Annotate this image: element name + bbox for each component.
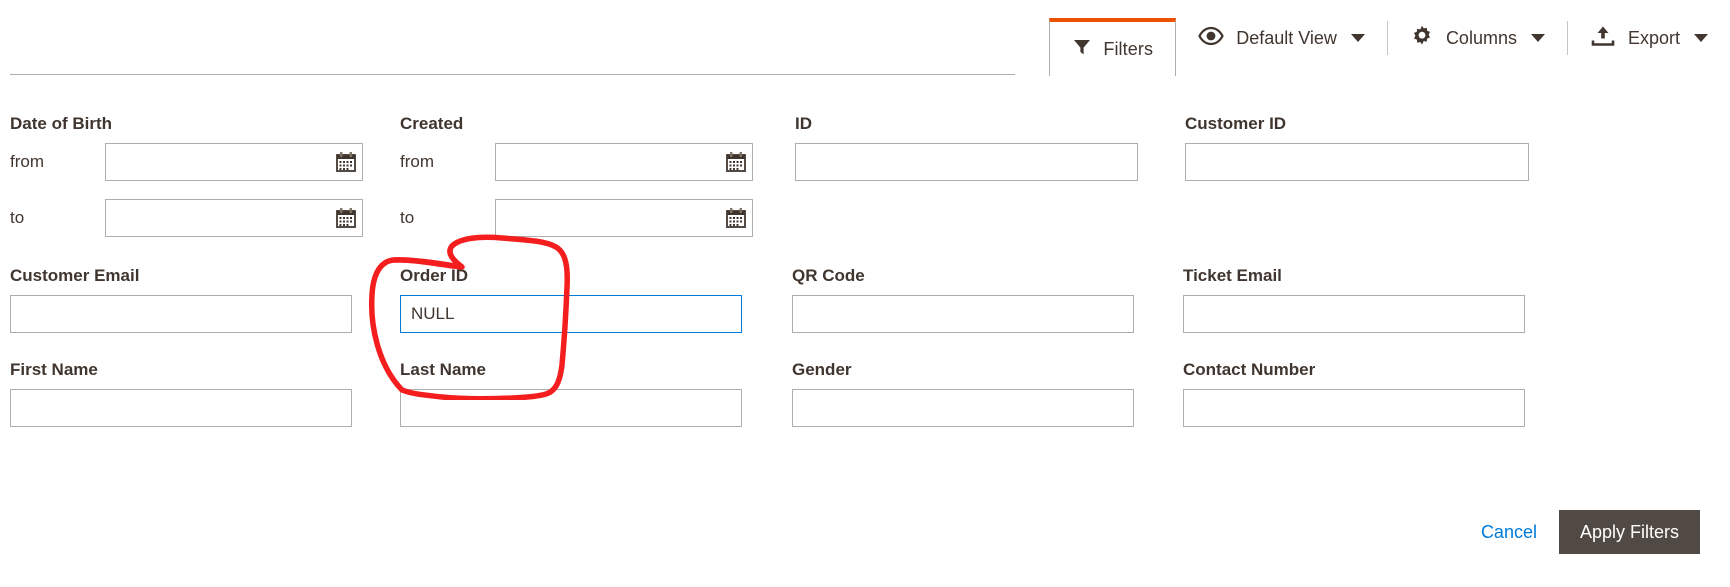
default-view-label: Default View <box>1236 27 1337 48</box>
qr-code-input[interactable] <box>792 295 1134 333</box>
to-label: to <box>10 208 25 227</box>
filter-label-last-name: Last Name <box>400 360 486 379</box>
contact-number-input[interactable] <box>1183 389 1525 427</box>
default-view-control[interactable]: Default View <box>1176 0 1387 76</box>
last-name-input[interactable] <box>400 389 742 427</box>
cancel-button[interactable]: Cancel <box>1481 522 1537 543</box>
filter-label-customer-email: Customer Email <box>10 266 140 285</box>
chevron-down-icon <box>1530 34 1545 42</box>
apply-filters-button[interactable]: Apply Filters <box>1558 510 1700 554</box>
export-icon <box>1590 25 1616 52</box>
filter-customer-email: Customer Email <box>10 266 352 333</box>
filter-label-ticket-email: Ticket Email <box>1183 266 1282 285</box>
id-input[interactable] <box>795 143 1138 181</box>
created-to-input[interactable] <box>495 199 753 237</box>
customer-id-input[interactable] <box>1185 143 1529 181</box>
date-of-birth-from-row: from <box>10 143 363 181</box>
filter-label-contact-number: Contact Number <box>1183 360 1316 379</box>
date-of-birth-to-input[interactable] <box>105 199 363 237</box>
created-to-wrap <box>495 199 753 237</box>
chevron-down-icon <box>1350 34 1365 42</box>
chevron-down-icon <box>1694 34 1708 42</box>
customer-email-input[interactable] <box>10 295 352 333</box>
created-from-input[interactable] <box>495 143 753 181</box>
created-from-row: from <box>400 143 753 181</box>
filter-gender: Gender <box>792 360 1134 427</box>
to-label: to <box>400 208 415 227</box>
first-name-input[interactable] <box>10 389 352 427</box>
created-to-row: to <box>400 199 753 237</box>
grid-toolbar: Filters Default View Columns Export <box>0 0 1730 76</box>
date-of-birth-from-input[interactable] <box>105 143 363 181</box>
filter-label-date-of-birth: Date of Birth <box>10 114 112 133</box>
created-from-wrap <box>495 143 753 181</box>
toolbar-divider <box>10 74 1015 75</box>
filter-label-gender: Gender <box>792 360 852 379</box>
gear-icon <box>1410 24 1434 53</box>
filter-label-created: Created <box>400 114 464 133</box>
columns-control[interactable]: Columns <box>1388 0 1567 76</box>
filter-contact-number: Contact Number <box>1183 360 1525 427</box>
calendar-icon[interactable] <box>725 151 747 173</box>
funnel-icon <box>1072 37 1092 62</box>
export-control[interactable]: Export <box>1568 0 1730 76</box>
calendar-icon[interactable] <box>335 151 357 173</box>
filter-last-name: Last Name <box>400 360 742 427</box>
filter-label-qr-code: QR Code <box>792 266 865 285</box>
from-label: from <box>10 152 44 171</box>
tab-filters[interactable]: Filters <box>1049 18 1177 76</box>
calendar-icon[interactable] <box>725 207 747 229</box>
date-of-birth-to-wrap <box>105 199 363 237</box>
filter-first-name: First Name <box>10 360 352 427</box>
filter-label-first-name: First Name <box>10 360 98 379</box>
filter-customer-id: Customer ID <box>1185 114 1529 181</box>
date-of-birth-from-wrap <box>105 143 363 181</box>
order-id-input[interactable] <box>400 295 742 333</box>
filter-order-id: Order ID <box>400 266 742 333</box>
filter-date-of-birth: Date of Birth from to <box>10 114 363 255</box>
export-label: Export <box>1627 27 1680 48</box>
gender-input[interactable] <box>792 389 1134 427</box>
calendar-icon[interactable] <box>335 207 357 229</box>
filter-label-order-id: Order ID <box>400 266 469 285</box>
columns-label: Columns <box>1445 27 1517 48</box>
filter-label-id: ID <box>795 114 812 133</box>
eye-icon <box>1198 26 1224 51</box>
from-label: from <box>400 152 434 171</box>
date-of-birth-to-row: to <box>10 199 363 237</box>
filter-created: Created from to <box>400 114 753 255</box>
ticket-email-input[interactable] <box>1183 295 1525 333</box>
filter-qr-code: QR Code <box>792 266 1134 333</box>
toolbar-controls: Filters Default View Columns Export <box>1049 0 1730 76</box>
filter-id: ID <box>795 114 1138 181</box>
tab-filters-label: Filters <box>1103 38 1154 59</box>
filter-label-customer-id: Customer ID <box>1185 114 1287 133</box>
filters-footer: Cancel Apply Filters <box>1481 510 1700 554</box>
filter-ticket-email: Ticket Email <box>1183 266 1525 333</box>
